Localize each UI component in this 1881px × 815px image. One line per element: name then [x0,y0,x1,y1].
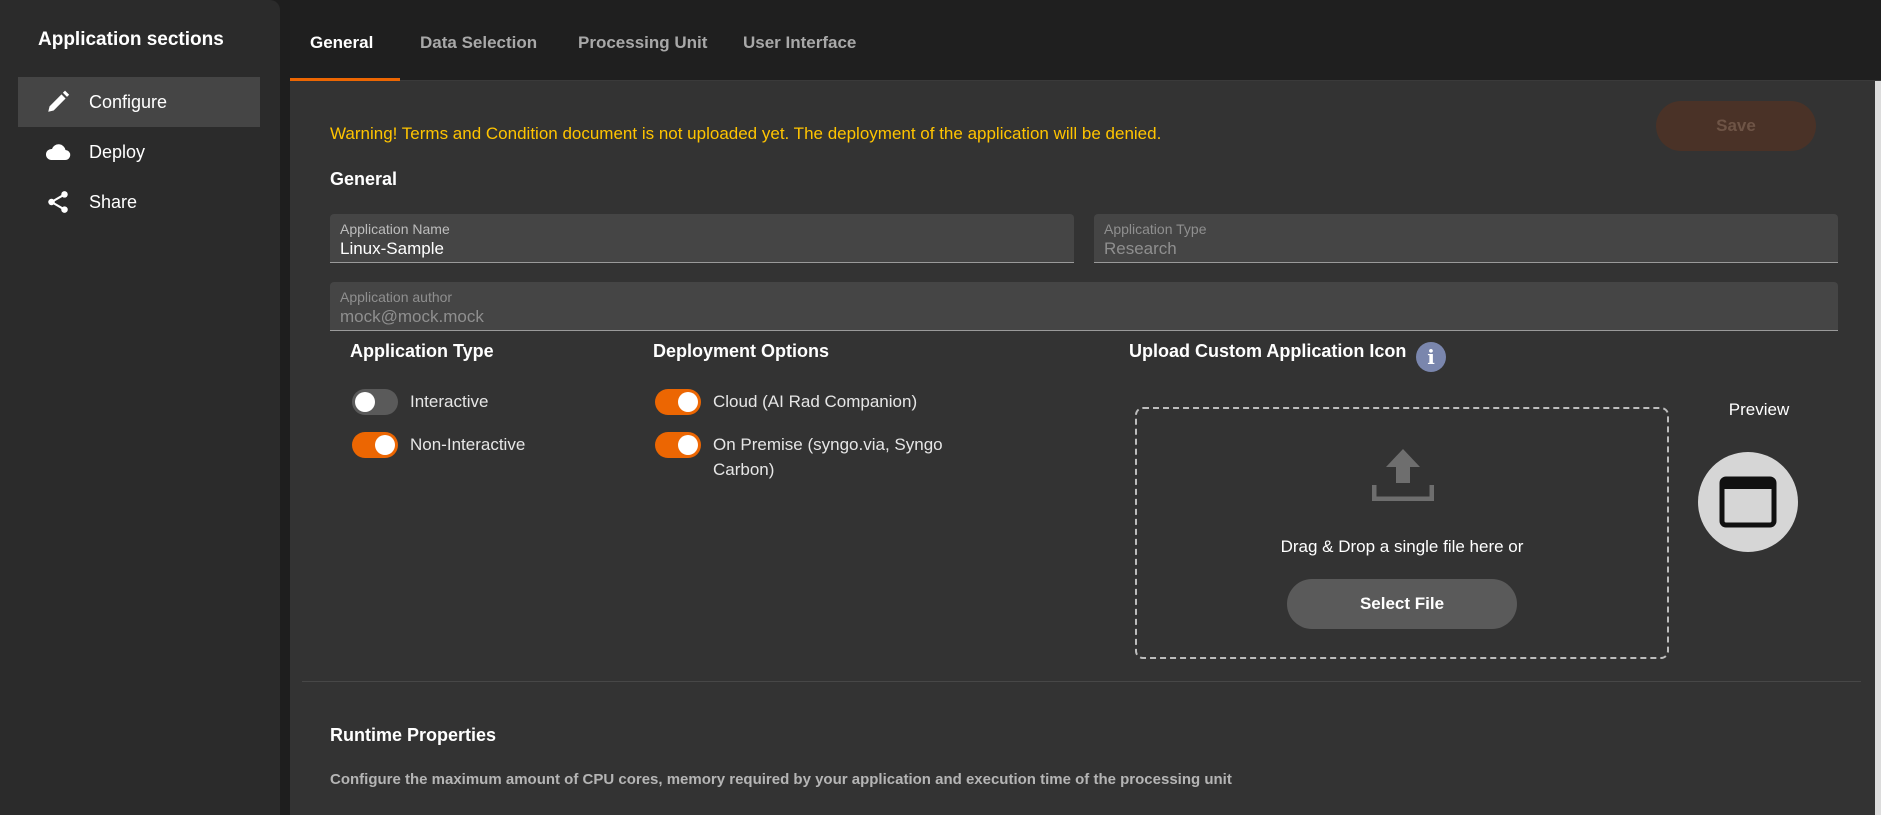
tab-user-interface[interactable]: User Interface [743,33,856,53]
on-premise-toggle[interactable] [655,432,701,458]
cloud-label: Cloud (AI Rad Companion) [713,392,918,411]
sidebar-item-label: Configure [89,91,168,112]
application-author-field: Application author mock@mock.mock [330,282,1838,331]
window-icon [1719,476,1777,528]
interactive-toggle[interactable] [352,389,398,415]
file-dropzone[interactable]: Drag & Drop a single file here or Select… [1135,407,1669,659]
select-file-button[interactable]: Select File [1287,579,1517,629]
sidebar-item-configure[interactable]: Configure [18,77,260,127]
interactive-label: Interactive [410,392,489,411]
upload-icon-title: Upload Custom Application Icon [1129,341,1407,361]
application-name-field[interactable]: Application Name Linux-Sample [330,214,1074,263]
application-type-title: Application Type [350,341,494,361]
pencil-icon [44,88,72,116]
general-section-title: General [330,169,398,189]
application-name-value: Linux-Sample [340,239,444,258]
sidebar-item-deploy[interactable]: Deploy [18,127,260,177]
cloud-toggle-row: Cloud (AI Rad Companion) [655,389,917,415]
interactive-toggle-row: Interactive [352,389,488,415]
tab-general[interactable]: General [310,33,373,53]
dropzone-text: Drag & Drop a single file here or [1280,537,1524,556]
tab-data-selection[interactable]: Data Selection [420,33,537,53]
application-author-label: Application author [340,289,453,305]
active-tab-indicator [290,78,400,81]
cloud-icon [44,138,72,166]
main-panel: General Data Selection Processing Unit U… [290,0,1881,815]
runtime-properties-title: Runtime Properties [330,725,497,745]
tab-bar: General Data Selection Processing Unit U… [290,0,1881,81]
sidebar-title: Application sections [38,29,224,50]
runtime-description: Configure the maximum amount of CPU core… [330,771,1232,788]
tab-processing-unit[interactable]: Processing Unit [578,33,707,53]
upload-icon [1371,449,1435,506]
save-button[interactable]: Save [1656,101,1816,151]
on-premise-toggle-row: On Premise (syngo.via, Syngo Carbon) [655,432,955,482]
non-interactive-toggle[interactable] [352,432,398,458]
non-interactive-toggle-row: Non-Interactive [352,432,525,458]
application-type-value: Research [1104,239,1177,258]
preview-label: Preview [1728,400,1790,419]
scrollbar[interactable] [1875,81,1881,815]
icon-preview [1698,452,1798,552]
cloud-toggle[interactable] [655,389,701,415]
non-interactive-label: Non-Interactive [410,435,526,454]
application-type-field: Application Type Research [1094,214,1838,263]
sidebar-item-label: Deploy [89,141,146,162]
application-author-value: mock@mock.mock [340,307,484,326]
info-icon[interactable]: i [1416,342,1446,372]
on-premise-label: On Premise (syngo.via, Syngo Carbon) [713,435,943,479]
application-type-label: Application Type [1104,221,1207,237]
application-name-label: Application Name [340,221,450,237]
sidebar: Application sections Configure Deploy Sh… [0,0,280,815]
sidebar-item-share[interactable]: Share [18,177,260,227]
deployment-options-title: Deployment Options [653,341,830,361]
share-icon [44,188,72,216]
warning-message: Warning! Terms and Condition document is… [330,124,1162,143]
section-divider [302,681,1861,682]
sidebar-item-label: Share [89,191,138,212]
